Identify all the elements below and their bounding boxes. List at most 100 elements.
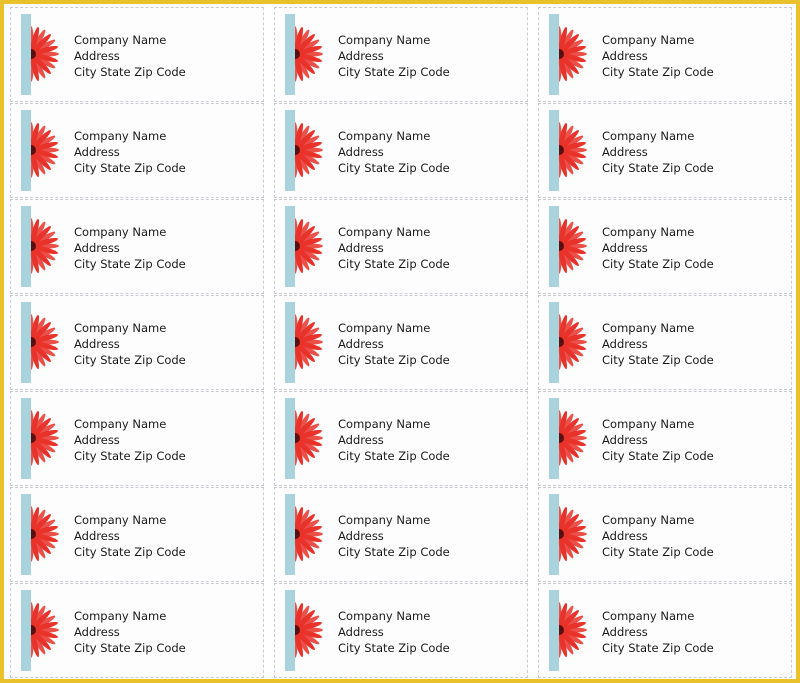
address-text: Company Name Address City State Zip Code — [338, 320, 450, 368]
city-state-zip: City State Zip Code — [74, 449, 186, 463]
company-name: Company Name — [338, 225, 431, 239]
address-line: Address — [602, 49, 648, 63]
address-label[interactable]: Company Name Address City State Zip Code — [274, 103, 528, 198]
address-text: Company Name Address City State Zip Code — [74, 128, 186, 176]
address-line: Address — [602, 337, 648, 351]
address-line: Address — [74, 49, 120, 63]
accent-bar — [285, 110, 295, 191]
address-label[interactable]: Company Name Address City State Zip Code — [538, 487, 792, 582]
address-line: Address — [338, 625, 384, 639]
address-label[interactable]: Company Name Address City State Zip Code — [274, 583, 528, 678]
city-state-zip: City State Zip Code — [602, 545, 714, 559]
address-label[interactable]: Company Name Address City State Zip Code — [10, 103, 264, 198]
address-label[interactable]: Company Name Address City State Zip Code — [10, 487, 264, 582]
accent-bar — [21, 110, 31, 191]
company-name: Company Name — [338, 609, 431, 623]
accent-bar — [549, 590, 559, 671]
city-state-zip: City State Zip Code — [602, 65, 714, 79]
address-label[interactable]: Company Name Address City State Zip Code — [274, 199, 528, 294]
flower-icon — [295, 602, 323, 658]
company-name: Company Name — [74, 33, 167, 47]
flower-icon — [295, 410, 323, 466]
city-state-zip: City State Zip Code — [338, 449, 450, 463]
address-label[interactable]: Company Name Address City State Zip Code — [10, 391, 264, 486]
address-line: Address — [338, 49, 384, 63]
company-name: Company Name — [602, 417, 695, 431]
flower-icon — [295, 218, 323, 274]
address-line: Address — [74, 433, 120, 447]
company-name: Company Name — [602, 129, 695, 143]
flower-icon — [559, 410, 587, 466]
address-line: Address — [74, 241, 120, 255]
address-label[interactable]: Company Name Address City State Zip Code — [538, 199, 792, 294]
city-state-zip: City State Zip Code — [602, 257, 714, 271]
company-name: Company Name — [74, 225, 167, 239]
address-line: Address — [74, 337, 120, 351]
company-name: Company Name — [74, 129, 167, 143]
address-text: Company Name Address City State Zip Code — [602, 320, 714, 368]
flower-icon — [31, 602, 59, 658]
flower-icon — [295, 506, 323, 562]
city-state-zip: City State Zip Code — [74, 65, 186, 79]
city-state-zip: City State Zip Code — [338, 65, 450, 79]
flower-icon — [559, 26, 587, 82]
city-state-zip: City State Zip Code — [602, 641, 714, 655]
address-line: Address — [338, 145, 384, 159]
flower-icon — [559, 506, 587, 562]
accent-bar — [285, 206, 295, 287]
label-sheet: Company Name Address City State Zip Code… — [4, 4, 796, 679]
company-name: Company Name — [338, 33, 431, 47]
accent-bar — [549, 206, 559, 287]
address-text: Company Name Address City State Zip Code — [74, 512, 186, 560]
address-text: Company Name Address City State Zip Code — [338, 224, 450, 272]
address-text: Company Name Address City State Zip Code — [74, 416, 186, 464]
accent-bar — [21, 398, 31, 479]
city-state-zip: City State Zip Code — [74, 353, 186, 367]
address-label[interactable]: Company Name Address City State Zip Code — [274, 7, 528, 102]
accent-bar — [549, 110, 559, 191]
address-label[interactable]: Company Name Address City State Zip Code — [538, 7, 792, 102]
address-label[interactable]: Company Name Address City State Zip Code — [538, 103, 792, 198]
address-line: Address — [602, 241, 648, 255]
city-state-zip: City State Zip Code — [338, 353, 450, 367]
address-label[interactable]: Company Name Address City State Zip Code — [10, 7, 264, 102]
company-name: Company Name — [74, 513, 167, 527]
company-name: Company Name — [602, 33, 695, 47]
address-line: Address — [602, 529, 648, 543]
address-label[interactable]: Company Name Address City State Zip Code — [10, 295, 264, 390]
company-name: Company Name — [74, 609, 167, 623]
city-state-zip: City State Zip Code — [338, 257, 450, 271]
flower-icon — [31, 26, 59, 82]
accent-bar — [21, 302, 31, 383]
accent-bar — [549, 494, 559, 575]
address-label[interactable]: Company Name Address City State Zip Code — [274, 391, 528, 486]
address-text: Company Name Address City State Zip Code — [338, 512, 450, 560]
accent-bar — [285, 494, 295, 575]
address-label[interactable]: Company Name Address City State Zip Code — [538, 391, 792, 486]
address-label[interactable]: Company Name Address City State Zip Code — [538, 583, 792, 678]
address-label[interactable]: Company Name Address City State Zip Code — [10, 583, 264, 678]
address-text: Company Name Address City State Zip Code — [602, 416, 714, 464]
company-name: Company Name — [602, 513, 695, 527]
flower-icon — [559, 602, 587, 658]
address-line: Address — [338, 241, 384, 255]
address-label[interactable]: Company Name Address City State Zip Code — [538, 295, 792, 390]
city-state-zip: City State Zip Code — [338, 545, 450, 559]
flower-icon — [31, 218, 59, 274]
city-state-zip: City State Zip Code — [338, 641, 450, 655]
address-text: Company Name Address City State Zip Code — [602, 224, 714, 272]
address-label[interactable]: Company Name Address City State Zip Code — [274, 487, 528, 582]
address-label[interactable]: Company Name Address City State Zip Code — [10, 199, 264, 294]
address-text: Company Name Address City State Zip Code — [602, 512, 714, 560]
address-line: Address — [338, 433, 384, 447]
flower-icon — [295, 314, 323, 370]
accent-bar — [21, 14, 31, 95]
address-label[interactable]: Company Name Address City State Zip Code — [274, 295, 528, 390]
city-state-zip: City State Zip Code — [74, 545, 186, 559]
flower-icon — [31, 122, 59, 178]
address-text: Company Name Address City State Zip Code — [74, 224, 186, 272]
accent-bar — [285, 302, 295, 383]
flower-icon — [31, 410, 59, 466]
accent-bar — [21, 494, 31, 575]
company-name: Company Name — [338, 129, 431, 143]
